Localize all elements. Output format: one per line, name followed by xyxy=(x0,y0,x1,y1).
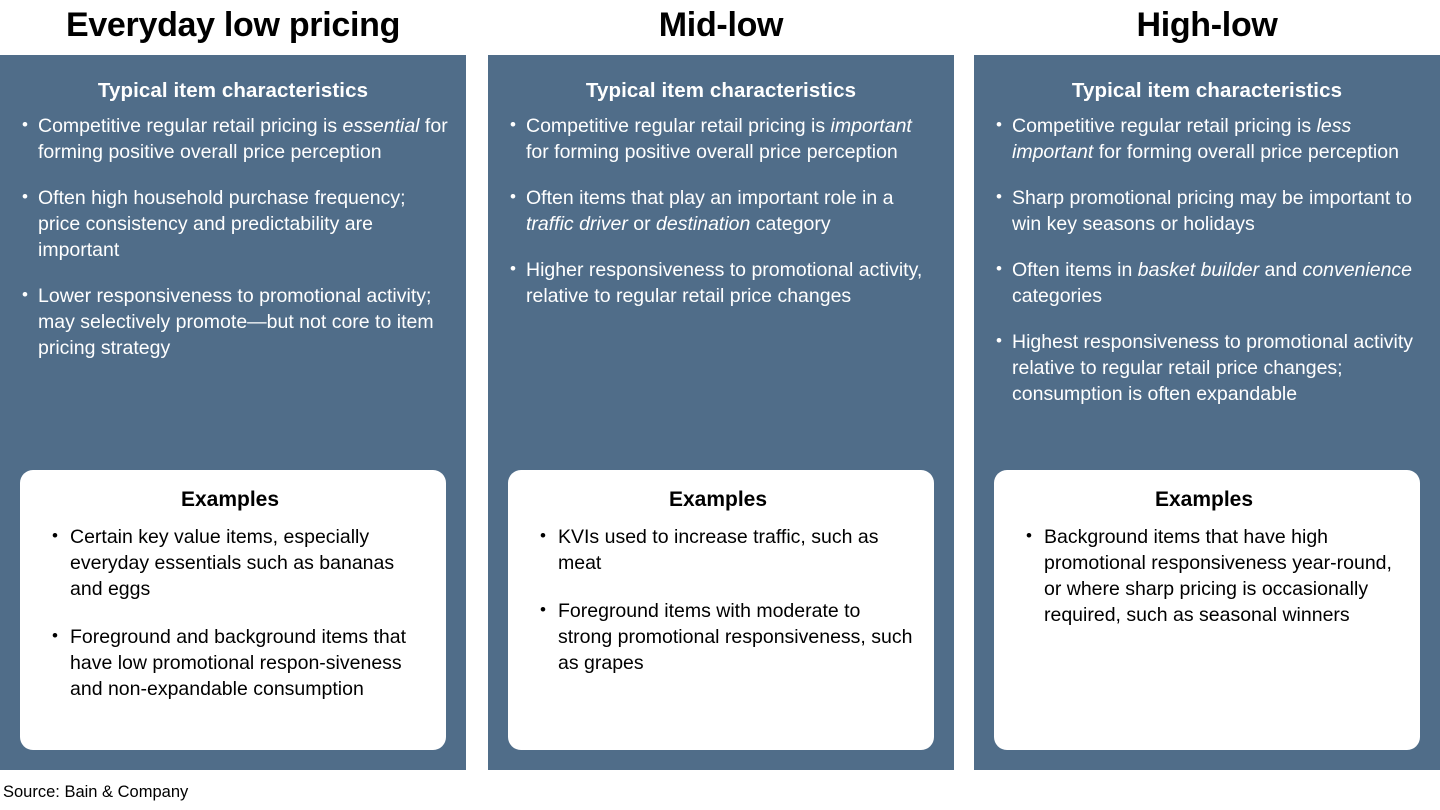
characteristics-panel: Typical item characteristics Competitive… xyxy=(0,55,466,770)
list-item: Sharp promotional pricing may be importa… xyxy=(988,184,1422,237)
examples-section: Examples KVIs used to increase traffic, … xyxy=(488,470,954,770)
column-everyday-low-pricing: Everyday low pricing Typical item charac… xyxy=(0,0,466,770)
list-item: Highest responsiveness to promotional ac… xyxy=(988,328,1422,407)
list-item: Higher responsiveness to promotional act… xyxy=(502,256,936,309)
panel-heading: Typical item characteristics xyxy=(585,79,857,102)
characteristics-panel: Typical item characteristics Competitive… xyxy=(974,55,1440,770)
slide-root: Everyday low pricing Typical item charac… xyxy=(0,0,1440,810)
column-mid-low: Mid-low Typical item characteristics Com… xyxy=(488,0,954,770)
panel-heading: Typical item characteristics xyxy=(1071,79,1343,102)
examples-card: Examples KVIs used to increase traffic, … xyxy=(508,470,934,750)
list-item: Often items in basket builder and conven… xyxy=(988,256,1422,309)
column-divider xyxy=(954,0,974,770)
characteristics-panel: Typical item characteristics Competitive… xyxy=(488,55,954,770)
examples-section: Examples Background items that have high… xyxy=(974,470,1440,770)
column-title: Mid-low xyxy=(658,6,784,44)
characteristics-list: Competitive regular retail pricing is le… xyxy=(974,112,1440,407)
examples-title: Examples xyxy=(180,488,280,511)
list-item: Certain key value items, especially ever… xyxy=(48,523,426,602)
characteristics-list: Competitive regular retail pricing is es… xyxy=(0,112,466,361)
list-item: Competitive regular retail pricing is es… xyxy=(14,112,448,165)
examples-card: Examples Background items that have high… xyxy=(994,470,1420,750)
list-item: Competitive regular retail pricing is im… xyxy=(502,112,936,165)
examples-title: Examples xyxy=(668,488,768,511)
list-item: Foreground and background items that hav… xyxy=(48,623,426,702)
list-item: Often high household purchase frequency;… xyxy=(14,184,448,263)
list-item: Background items that have high promotio… xyxy=(1022,523,1400,628)
list-item: Competitive regular retail pricing is le… xyxy=(988,112,1422,165)
column-divider xyxy=(466,0,488,770)
list-item: Often items that play an important role … xyxy=(502,184,936,237)
list-item: Lower responsiveness to promotional acti… xyxy=(14,282,448,361)
list-item: KVIs used to increase traffic, such as m… xyxy=(536,523,914,576)
examples-section: Examples Certain key value items, especi… xyxy=(0,470,466,770)
examples-title: Examples xyxy=(1154,488,1254,511)
column-title: Everyday low pricing xyxy=(65,6,401,44)
list-item: Foreground items with moderate to strong… xyxy=(536,597,914,676)
column-title: High-low xyxy=(1136,6,1278,44)
panel-heading: Typical item characteristics xyxy=(97,79,369,102)
examples-card: Examples Certain key value items, especi… xyxy=(20,470,446,750)
characteristics-list: Competitive regular retail pricing is im… xyxy=(488,112,954,309)
source-note: Source: Bain & Company xyxy=(3,783,189,801)
pricing-strategy-columns: Everyday low pricing Typical item charac… xyxy=(0,0,1440,770)
column-high-low: High-low Typical item characteristics Co… xyxy=(974,0,1440,770)
